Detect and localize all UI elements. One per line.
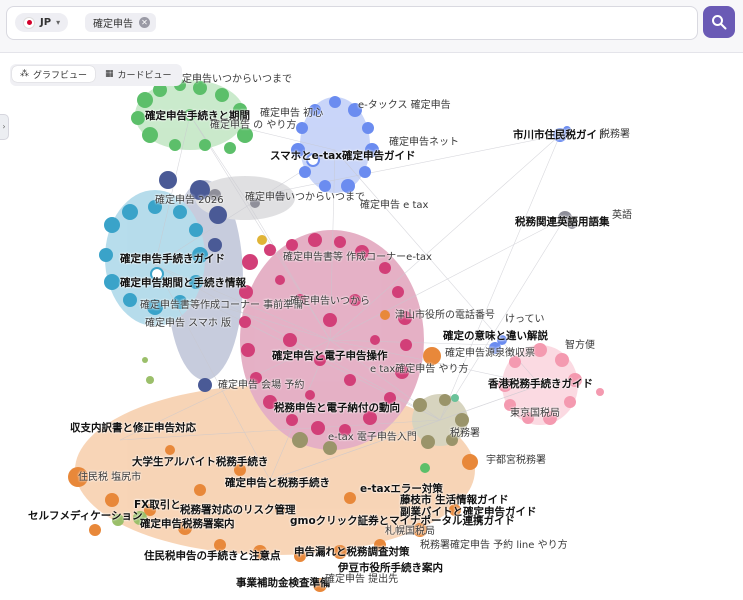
node-label[interactable]: 税務署確定申告 予約 line やり方 (420, 540, 568, 552)
node-label[interactable]: 確定申告期間と手続き情報 (120, 277, 246, 289)
query-tag-chip: 確定申告 ✕ (85, 13, 156, 32)
node-label[interactable]: 札幌国税局 (385, 526, 435, 538)
node-label[interactable]: 津山市役所の電話番号 (395, 310, 495, 322)
node-label[interactable]: 税務署 (600, 129, 630, 141)
node-label[interactable]: e tax確定申告 やり方 (370, 364, 468, 376)
node-label[interactable]: 確定申告いつからいつまで (245, 192, 365, 204)
view-toggle: ⁂ グラフビュー ▦ カードビュー (10, 64, 182, 86)
node-label[interactable]: 住民税 塩尻市 (78, 472, 141, 484)
node-label[interactable]: 宇都宮税務署 (486, 455, 546, 467)
node-label[interactable]: 税務関連英語用語集 (515, 216, 610, 228)
node-label[interactable]: 東京国税局 (510, 408, 560, 420)
node-label[interactable]: 藤枝市 生活情報ガイド (400, 494, 509, 506)
search-button[interactable] (703, 6, 735, 38)
node-label[interactable]: 事業補助金検査準備 (236, 577, 331, 589)
node-label[interactable]: 確定申告 初心 (260, 108, 323, 120)
node-label[interactable]: セルフメディケーション (28, 510, 143, 522)
graph-icon: ⁂ (20, 69, 29, 79)
node-label[interactable]: 確定申告 スマホ 版 (145, 318, 231, 330)
node-label[interactable]: 確定申告手続きガイド (120, 253, 225, 265)
node-label[interactable]: 確定申告 会場 予約 (218, 380, 304, 392)
chevron-down-icon: ▾ (56, 18, 61, 27)
node-label[interactable]: 確定申告書等作成コーナー 事前準備 (140, 300, 303, 312)
node-label[interactable]: e-タックス 確定申告 (358, 100, 451, 112)
node-label[interactable]: 確定申告ネット (389, 137, 459, 149)
tab-card-label: カードビュー (117, 70, 172, 81)
search-icon (712, 15, 727, 30)
tab-graph-view[interactable]: ⁂ グラフビュー (12, 66, 96, 82)
node-label[interactable]: 税務署 (450, 428, 480, 440)
node-label[interactable]: 確定の意味と違い解説 (443, 330, 548, 342)
graph-canvas[interactable]: 確定申告いつからいつまで 確定申告手続きと期間 確定申告 の やり方 確定申告 初心 e… (0, 52, 743, 600)
node-label[interactable]: 確定申告 e tax (360, 200, 428, 212)
node-label[interactable]: 確定申告いつから (290, 296, 370, 308)
node-label[interactable]: 大学生アルバイト税務手続き (132, 456, 268, 468)
node-label[interactable]: 英語 (612, 210, 632, 222)
node-label[interactable]: 智方便 (565, 340, 595, 352)
node-label[interactable]: 確定申告いつからいつまで (172, 74, 292, 86)
node-label[interactable]: 税務署対応のリスク管理 (180, 504, 296, 516)
search-input[interactable]: JP ▾ 確定申告 ✕ (6, 6, 698, 40)
node-label[interactable]: 税務申告と電子納付の動向 (274, 402, 400, 414)
node-label[interactable]: 伊豆市役所手続き案内 (338, 562, 443, 574)
top-bar: JP ▾ 確定申告 ✕ (0, 0, 743, 53)
node-label[interactable]: 確定申告源泉徴収票 (445, 348, 535, 360)
node-label[interactable]: スマホとe-tax確定申告ガイド (270, 150, 416, 162)
node-label[interactable]: 確定申告書等 作成コーナーe-tax (283, 252, 432, 264)
node-label[interactable]: 確定申告 提出先 (325, 574, 398, 586)
node-label[interactable]: 市川市住民税ガイド (513, 129, 608, 141)
tab-graph-label: グラフビュー (33, 70, 88, 81)
region-selector[interactable]: JP ▾ (15, 13, 69, 32)
node-label[interactable]: 収支内訳書と修正申告対応 (70, 422, 196, 434)
grid-icon: ▦ (105, 69, 114, 79)
query-tag-label: 確定申告 (93, 19, 133, 30)
japan-flag-icon (23, 16, 35, 29)
node-label[interactable]: 確定申告 の やり方 (210, 120, 296, 132)
node-label[interactable]: 確定申告税務署案内 (140, 518, 235, 530)
node-label[interactable]: けってい (505, 314, 545, 326)
node-label[interactable]: 申告漏れと税務調査対策 (294, 546, 410, 558)
node-label[interactable]: 香港税務手続きガイド (488, 378, 593, 390)
node-label[interactable]: 確定申告と電子申告操作 (272, 350, 388, 362)
node-label[interactable]: 確定申告 2026 (155, 195, 224, 207)
region-label: JP (40, 17, 52, 28)
tab-card-view[interactable]: ▦ カードビュー (97, 66, 180, 82)
node-label[interactable]: 住民税申告の手続きと注意点 (144, 550, 281, 562)
remove-tag-icon[interactable]: ✕ (139, 17, 150, 28)
node-label[interactable]: e-tax 電子申告入門 (328, 432, 417, 444)
node-label[interactable]: 確定申告と税務手続き (225, 477, 330, 489)
